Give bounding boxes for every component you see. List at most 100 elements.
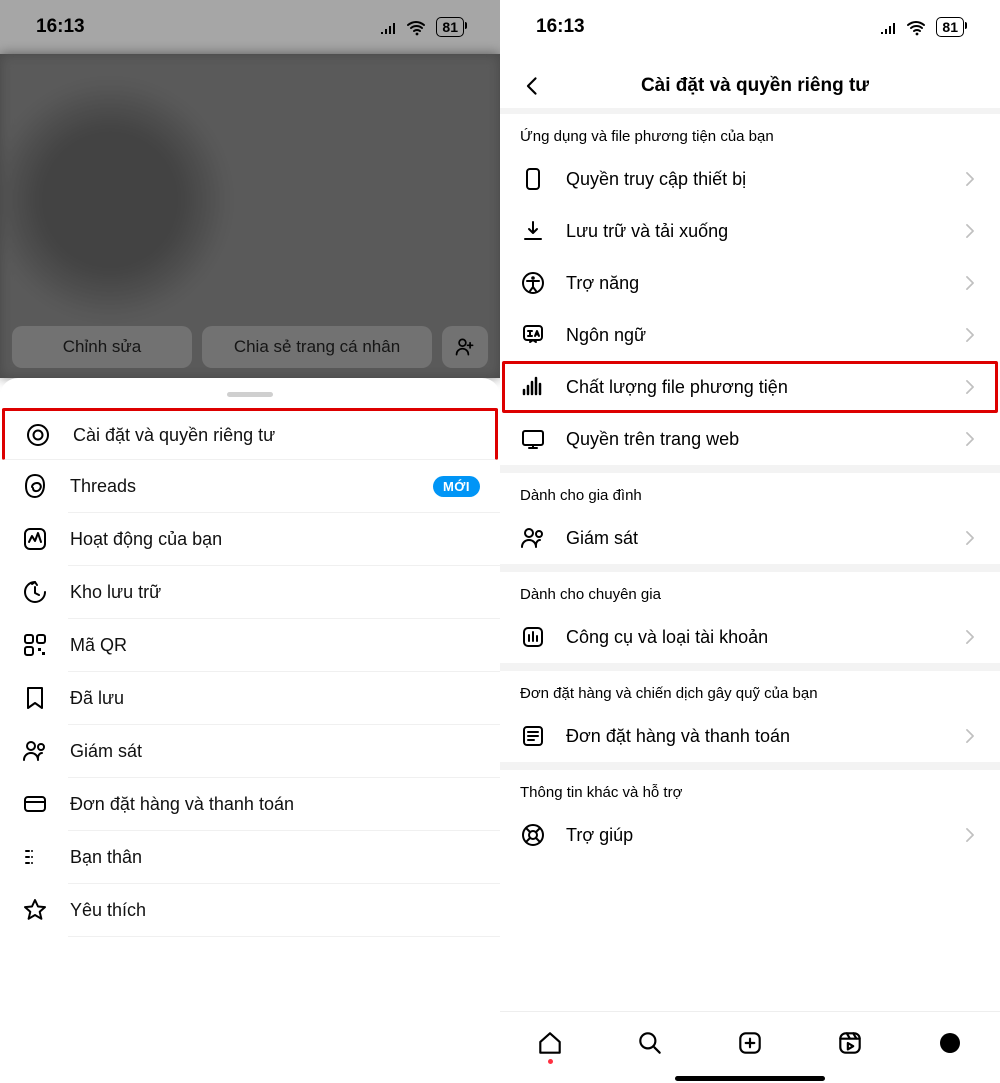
section-head: Đơn đặt hàng và chiến dịch gây quỹ của b… xyxy=(500,671,1000,710)
section-head: Thông tin khác và hỗ trợ xyxy=(500,770,1000,809)
page-title: Cài đặt và quyền riêng tư xyxy=(528,75,982,97)
settings-item-tools[interactable]: Công cụ và loại tài khoản xyxy=(500,611,1000,663)
orders2-icon xyxy=(520,723,546,749)
settings-item-label: Lưu trữ và tải xuống xyxy=(566,221,940,242)
menu-item-label: Yêu thích xyxy=(70,900,480,921)
settings-item-web[interactable]: Quyền trên trang web xyxy=(500,413,1000,465)
menu-item-orders[interactable]: Đơn đặt hàng và thanh toán xyxy=(0,778,500,830)
tab-reels[interactable] xyxy=(835,1028,865,1058)
status-time: 16:13 xyxy=(36,16,85,38)
settings-item-help[interactable]: Trợ giúp xyxy=(500,809,1000,861)
chevron-right-icon xyxy=(960,374,980,400)
battery-indicator: 81 xyxy=(936,17,964,37)
menu-item-close[interactable]: Bạn thân xyxy=(0,831,500,883)
orders-icon xyxy=(22,791,48,817)
sheet-handle[interactable] xyxy=(227,392,273,397)
wifi-icon xyxy=(906,18,928,36)
chevron-right-icon xyxy=(960,822,980,848)
menu-item-label: Hoạt động của bạn xyxy=(70,529,480,550)
access-icon xyxy=(520,270,546,296)
right-screen: 16:13 81 Cài đặt và quyền riêng tư Ứng d… xyxy=(500,0,1000,1083)
wifi-icon xyxy=(406,18,428,36)
settings-item-label: Ngôn ngữ xyxy=(566,325,940,346)
menu-item-label: Kho lưu trữ xyxy=(70,582,480,603)
tab-search[interactable] xyxy=(635,1028,665,1058)
settings-item-orders2[interactable]: Đơn đặt hàng và thanh toán xyxy=(500,710,1000,762)
settings-item-label: Trợ năng xyxy=(566,273,940,294)
menu-item-label: Giám sát xyxy=(70,741,480,762)
settings-item-access[interactable]: Trợ năng xyxy=(500,257,1000,309)
menu-item-label: Cài đặt và quyền riêng tư xyxy=(73,425,475,446)
settings-item-supervise2[interactable]: Giám sát xyxy=(500,512,1000,564)
signal-icon xyxy=(878,18,898,36)
supervise2-icon xyxy=(520,525,546,551)
status-bar: 16:13 81 xyxy=(500,0,1000,54)
edit-profile-button[interactable]: Chỉnh sửa xyxy=(12,326,192,368)
tab-home[interactable] xyxy=(535,1028,565,1058)
download-icon xyxy=(520,218,546,244)
chevron-right-icon xyxy=(960,166,980,192)
share-profile-button[interactable]: Chia sẻ trang cá nhân xyxy=(202,326,432,368)
chevron-right-icon xyxy=(960,624,980,650)
threads-icon xyxy=(22,473,48,499)
media-icon xyxy=(520,374,546,400)
archive-icon xyxy=(22,579,48,605)
fav-icon xyxy=(22,897,48,923)
settings-item-label: Công cụ và loại tài khoản xyxy=(566,627,940,648)
left-screen: 16:13 81 Chỉnh sửa Chia sẻ trang cá nhân… xyxy=(0,0,500,1083)
menu-item-label: Threads xyxy=(70,476,411,497)
settings-item-label: Chất lượng file phương tiện xyxy=(566,377,940,398)
signal-icon xyxy=(378,18,398,36)
chevron-right-icon xyxy=(960,270,980,296)
chevron-right-icon xyxy=(960,723,980,749)
add-person-button[interactable] xyxy=(442,326,488,368)
activity-icon xyxy=(22,526,48,552)
menu-item-supervise[interactable]: Giám sát xyxy=(0,725,500,777)
menu-item-threads[interactable]: Threads MỚI xyxy=(0,460,500,512)
close-icon xyxy=(22,844,48,870)
menu-item-label: Mã QR xyxy=(70,635,480,656)
menu-sheet: Cài đặt và quyền riêng tư Threads MỚI Hoạt … xyxy=(0,378,500,1083)
settings-item-label: Trợ giúp xyxy=(566,825,940,846)
tab-profile[interactable] xyxy=(935,1028,965,1058)
battery-indicator: 81 xyxy=(436,17,464,37)
settings-item-media[interactable]: Chất lượng file phương tiện xyxy=(502,361,998,413)
home-indicator xyxy=(675,1076,825,1081)
settings-icon xyxy=(25,422,51,448)
tab-add[interactable] xyxy=(735,1028,765,1058)
menu-item-archive[interactable]: Kho lưu trữ xyxy=(0,566,500,618)
device-icon xyxy=(520,166,546,192)
web-icon xyxy=(520,426,546,452)
menu-item-fav[interactable]: Yêu thích xyxy=(0,884,500,936)
section-head: Dành cho chuyên gia xyxy=(500,572,1000,611)
settings-item-device[interactable]: Quyền truy cập thiết bị xyxy=(500,153,1000,205)
menu-item-saved[interactable]: Đã lưu xyxy=(0,672,500,724)
tab-bar xyxy=(500,1011,1000,1073)
chevron-right-icon xyxy=(960,426,980,452)
settings-item-label: Quyền trên trang web xyxy=(566,429,940,450)
page-header: Cài đặt và quyền riêng tư xyxy=(500,54,1000,108)
settings-item-label: Quyền truy cập thiết bị xyxy=(566,169,940,190)
lang-icon xyxy=(520,322,546,348)
section-head: Ứng dụng và file phương tiện của bạn xyxy=(500,114,1000,153)
settings-item-lang[interactable]: Ngôn ngữ xyxy=(500,309,1000,361)
supervise-icon xyxy=(22,738,48,764)
status-time: 16:13 xyxy=(536,16,585,38)
help-icon xyxy=(520,822,546,848)
menu-item-activity[interactable]: Hoạt động của bạn xyxy=(0,513,500,565)
settings-item-label: Giám sát xyxy=(566,528,940,549)
menu-item-label: Đã lưu xyxy=(70,688,480,709)
menu-item-label: Đơn đặt hàng và thanh toán xyxy=(70,794,480,815)
new-badge: MỚI xyxy=(433,476,480,497)
settings-item-label: Đơn đặt hàng và thanh toán xyxy=(566,726,940,747)
qr-icon xyxy=(22,632,48,658)
saved-icon xyxy=(22,685,48,711)
chevron-right-icon xyxy=(960,322,980,348)
menu-item-settings[interactable]: Cài đặt và quyền riêng tư xyxy=(2,408,498,460)
settings-item-download[interactable]: Lưu trữ và tải xuống xyxy=(500,205,1000,257)
tools-icon xyxy=(520,624,546,650)
chevron-right-icon xyxy=(960,218,980,244)
profile-area: Chỉnh sửa Chia sẻ trang cá nhân xyxy=(0,54,500,378)
menu-item-qr[interactable]: Mã QR xyxy=(0,619,500,671)
menu-item-label: Bạn thân xyxy=(70,847,480,868)
